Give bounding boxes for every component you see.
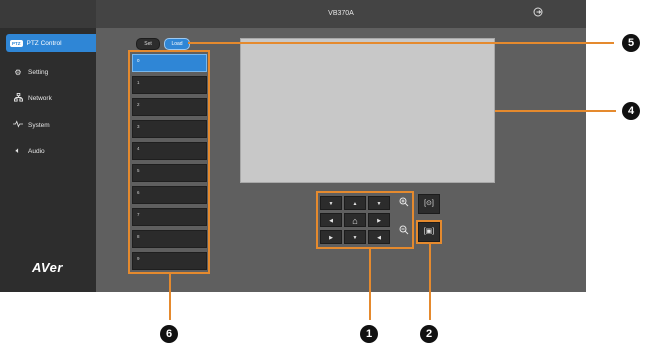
- callout-line-1: [369, 249, 371, 320]
- callout-badge-1: 1: [360, 325, 378, 343]
- system-icon: [8, 120, 28, 130]
- callout-badge-4: 4: [622, 102, 640, 120]
- load-button[interactable]: Load: [164, 38, 190, 50]
- sidebar-item-label: Setting: [28, 68, 49, 76]
- sidebar-header: [0, 0, 96, 28]
- preset-item[interactable]: 5: [132, 164, 207, 182]
- sidebar-item-system[interactable]: System: [0, 116, 96, 134]
- pan-down-right-button[interactable]: ◀: [368, 230, 390, 244]
- pan-up-right-button[interactable]: ▼: [368, 196, 390, 210]
- sidebar-item-ptz-control[interactable]: PTZ PTZ Control: [6, 34, 96, 52]
- sidebar-item-setting[interactable]: ⚙ Setting: [0, 63, 96, 81]
- preset-item[interactable]: 1: [132, 76, 207, 94]
- capture-icon: [▣]: [423, 228, 435, 235]
- callout-line-4: [495, 110, 616, 112]
- ptz-icon: PTZ: [10, 39, 23, 47]
- pan-down-left-button[interactable]: ▶: [320, 230, 342, 244]
- focus-icon: [⊙]: [424, 200, 434, 207]
- callout-badge-2: 2: [420, 325, 438, 343]
- sidebar-item-label: System: [28, 121, 50, 129]
- speaker-icon: 🔈︎: [15, 146, 21, 155]
- preset-item[interactable]: 8: [132, 230, 207, 248]
- aver-logo: AVer: [32, 260, 63, 275]
- tilt-up-button[interactable]: ▲: [344, 196, 366, 210]
- pan-right-button[interactable]: ▶: [368, 213, 390, 227]
- preset-item[interactable]: 3: [132, 120, 207, 138]
- sidebar-item-label: Audio: [28, 147, 45, 155]
- preset-item[interactable]: 7: [132, 208, 207, 226]
- network-icon: [8, 92, 28, 104]
- page-title: VB370A: [328, 10, 354, 17]
- video-preview[interactable]: [240, 38, 495, 183]
- preset-item[interactable]: 9: [132, 252, 207, 270]
- pan-left-button[interactable]: ◀: [320, 213, 342, 227]
- zoom-out-icon[interactable]: [395, 224, 413, 242]
- preset-item[interactable]: 0: [132, 54, 207, 72]
- sidebar-item-label: Network: [28, 94, 52, 102]
- snapshot-button[interactable]: [▣]: [418, 222, 440, 242]
- preset-item[interactable]: 4: [132, 142, 207, 160]
- preset-item[interactable]: 2: [132, 98, 207, 116]
- logout-icon[interactable]: [532, 7, 544, 19]
- sidebar-item-audio[interactable]: 🔈︎ Audio: [0, 142, 96, 160]
- callout-line-5: [188, 42, 614, 44]
- callout-line-2: [429, 244, 431, 320]
- preset-item[interactable]: 6: [132, 186, 207, 204]
- zoom-in-icon[interactable]: [395, 196, 413, 214]
- home-button[interactable]: ⌂: [344, 213, 366, 227]
- home-icon: ⌂: [352, 216, 358, 226]
- auto-focus-button[interactable]: [⊙]: [418, 194, 440, 214]
- callout-line-6: [169, 274, 171, 320]
- sidebar-item-network[interactable]: Network: [0, 89, 96, 107]
- callout-badge-5: 5: [622, 34, 640, 52]
- tilt-down-button[interactable]: ▼: [344, 230, 366, 244]
- sidebar-item-label: PTZ Control: [26, 39, 62, 47]
- pan-up-left-button[interactable]: ▼: [320, 196, 342, 210]
- callout-badge-6: 6: [160, 325, 178, 343]
- gear-icon: ⚙: [14, 67, 22, 77]
- set-button[interactable]: Set: [136, 38, 160, 50]
